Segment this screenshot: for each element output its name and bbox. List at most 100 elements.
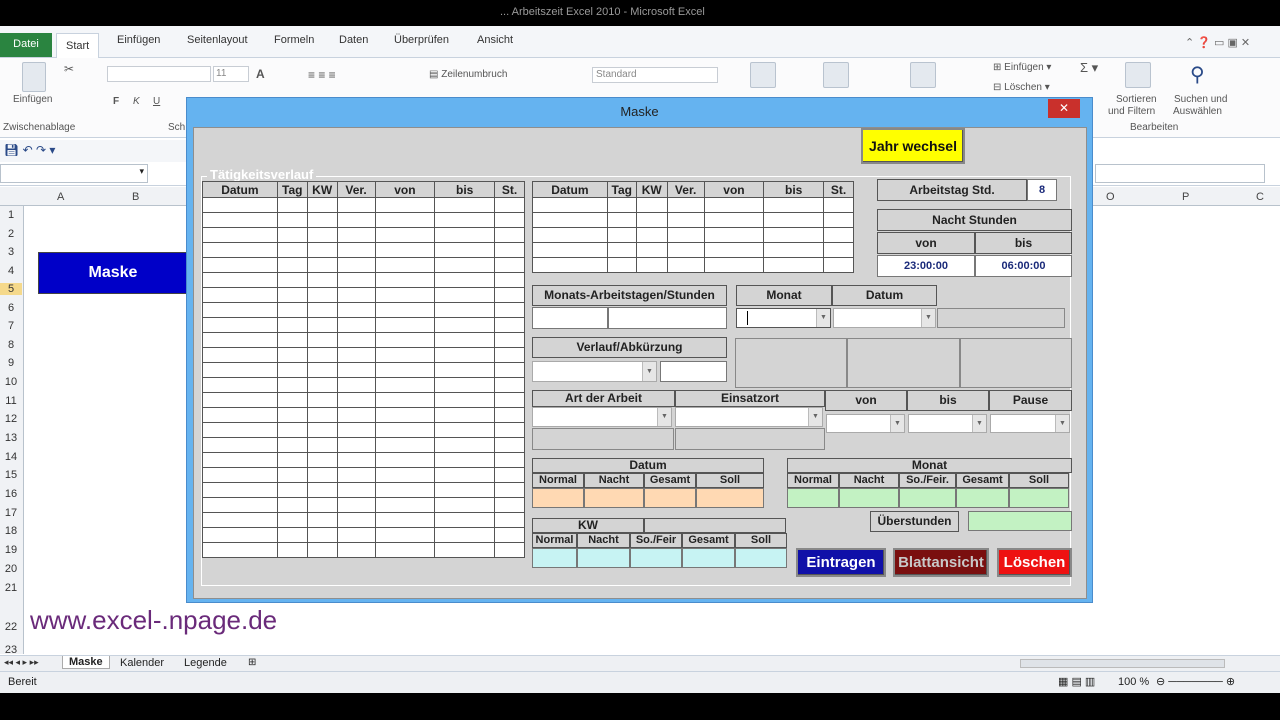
sheet-tab-maske[interactable]: Maske xyxy=(62,656,110,669)
tab-datei[interactable]: Datei xyxy=(0,33,52,57)
chevron-down-icon[interactable]: ▼ xyxy=(972,415,986,432)
format-table-icon[interactable] xyxy=(823,62,849,88)
datum-sum-value[interactable] xyxy=(532,488,584,508)
list-row[interactable] xyxy=(202,227,525,243)
row-header[interactable]: 16 xyxy=(0,488,22,500)
row-header[interactable]: 5 xyxy=(0,283,22,295)
list-row[interactable] xyxy=(202,317,525,333)
chevron-down-icon[interactable]: ▼ xyxy=(890,415,904,432)
list-row[interactable] xyxy=(202,377,525,393)
zoom-slider[interactable]: ⊖ ─────── ⊕ xyxy=(1156,675,1271,689)
activity-list-right[interactable]: Datum Tag KW Ver. von bis St. xyxy=(532,181,854,273)
conditional-format-icon[interactable] xyxy=(750,62,776,88)
sort-filter-label-1[interactable]: Sortieren xyxy=(1116,94,1157,105)
list-row[interactable] xyxy=(532,242,854,258)
col-header-b[interactable]: B xyxy=(132,191,139,203)
datum-dropdown[interactable]: ▼ xyxy=(833,308,936,328)
chevron-down-icon[interactable]: ▼ xyxy=(808,408,822,426)
monat-sum-value[interactable] xyxy=(787,488,839,508)
list-row[interactable] xyxy=(202,197,525,213)
list-row[interactable] xyxy=(202,332,525,348)
list-row[interactable] xyxy=(532,227,854,243)
zoom-level[interactable]: 100 % xyxy=(1118,676,1149,688)
sort-filter-icon[interactable] xyxy=(1125,62,1151,88)
row-header[interactable]: 12 xyxy=(0,413,22,425)
row-header[interactable]: 14 xyxy=(0,451,22,463)
kw-sum-value[interactable] xyxy=(735,548,787,568)
ueberstunden-field[interactable] xyxy=(968,511,1072,531)
tab-ansicht[interactable]: Ansicht xyxy=(477,34,513,46)
list-row[interactable] xyxy=(532,197,854,213)
pause-dropdown[interactable]: ▼ xyxy=(990,414,1070,433)
chevron-down-icon[interactable]: ▼ xyxy=(921,309,935,327)
row-header[interactable]: 6 xyxy=(0,302,22,314)
tab-start[interactable]: Start xyxy=(56,33,100,59)
blattansicht-button[interactable]: Blattansicht xyxy=(893,548,989,577)
row-header[interactable]: 11 xyxy=(0,395,22,407)
sheet-nav-arrows[interactable]: ◂◂ ◂ ▸ ▸▸ xyxy=(4,657,39,668)
sum-icon[interactable]: Σ ▾ xyxy=(1080,60,1098,76)
grow-font-icon[interactable]: A xyxy=(256,67,265,81)
list-row[interactable] xyxy=(202,467,525,483)
sheet-tab-kalender[interactable]: Kalender xyxy=(120,657,164,669)
row-header[interactable]: 21 xyxy=(0,582,22,594)
align-icon[interactable]: ≡ ≡ ≡ xyxy=(308,68,336,82)
row-header[interactable]: 17 xyxy=(0,507,22,519)
datum-sum-value[interactable] xyxy=(644,488,696,508)
monat-sum-value[interactable] xyxy=(1009,488,1069,508)
chevron-down-icon[interactable]: ▼ xyxy=(1055,415,1069,432)
new-sheet-icon[interactable]: ⊞ xyxy=(248,657,256,668)
save-icon[interactable]: 💾︎ ↶ ↷ ▾ xyxy=(4,143,55,157)
font-size-box[interactable]: 11 xyxy=(213,66,249,82)
loeschen-button[interactable]: Löschen xyxy=(997,548,1072,577)
sort-filter-label-2[interactable]: und Filtern xyxy=(1108,106,1155,117)
datum-sum-value[interactable] xyxy=(696,488,764,508)
row-header[interactable]: 10 xyxy=(0,376,22,388)
delete-cells-button[interactable]: ⊟ Löschen ▾ xyxy=(993,82,1050,93)
chevron-down-icon[interactable]: ▼ xyxy=(642,362,656,381)
nacht-von-input[interactable]: 23:00:00 xyxy=(877,255,975,277)
col-header-o[interactable]: O xyxy=(1106,191,1115,203)
row-header[interactable]: 2 xyxy=(0,228,22,240)
monat-sum-value[interactable] xyxy=(956,488,1009,508)
list-row[interactable] xyxy=(202,392,525,408)
monats-tage-field[interactable] xyxy=(532,307,608,329)
col-header-a[interactable]: A xyxy=(57,191,64,203)
monat-dropdown[interactable]: ▼ xyxy=(736,308,831,328)
list-row[interactable] xyxy=(202,422,525,438)
list-row[interactable] xyxy=(202,347,525,363)
list-row[interactable] xyxy=(202,452,525,468)
list-row[interactable] xyxy=(202,272,525,288)
paste-label[interactable]: Einfügen xyxy=(13,94,52,105)
cell-styles-icon[interactable] xyxy=(910,62,936,88)
list-row[interactable] xyxy=(202,482,525,498)
row-header[interactable]: 4 xyxy=(0,265,22,277)
row-header[interactable]: 20 xyxy=(0,563,22,575)
list-row[interactable] xyxy=(202,287,525,303)
kw-sum-value[interactable] xyxy=(630,548,682,568)
bold-button[interactable]: F xyxy=(113,96,119,107)
ribbon-window-controls[interactable]: ⌃ ❓ ▭ ▣ ✕ xyxy=(1185,36,1250,49)
col-header-q[interactable]: C xyxy=(1256,191,1264,203)
monat-sum-value[interactable] xyxy=(899,488,956,508)
dialog-close-button[interactable]: ✕ xyxy=(1048,99,1080,118)
row-header[interactable]: 13 xyxy=(0,432,22,444)
chevron-down-icon[interactable]: ▼ xyxy=(657,408,671,426)
horizontal-scrollbar[interactable] xyxy=(1020,659,1225,668)
row-header[interactable]: 22 xyxy=(0,621,22,633)
row-header[interactable]: 8 xyxy=(0,339,22,351)
row-header[interactable]: 19 xyxy=(0,544,22,556)
number-format-box[interactable]: Standard xyxy=(592,67,718,83)
formula-input[interactable] xyxy=(1095,164,1265,183)
arbeitstag-value[interactable]: 8 xyxy=(1027,179,1057,201)
list-row[interactable] xyxy=(202,437,525,453)
wrap-text-button[interactable]: ▤ Zeilenumbruch xyxy=(429,69,507,80)
list-row[interactable] xyxy=(202,212,525,228)
list-row[interactable] xyxy=(202,407,525,423)
art-der-arbeit-dropdown[interactable]: ▼ xyxy=(532,407,672,427)
name-box[interactable]: ▾ xyxy=(0,164,148,183)
kw-sum-value[interactable] xyxy=(577,548,630,568)
row-header[interactable]: 15 xyxy=(0,469,22,481)
tab-daten[interactable]: Daten xyxy=(339,34,368,46)
eintragen-button[interactable]: Eintragen xyxy=(796,548,886,577)
